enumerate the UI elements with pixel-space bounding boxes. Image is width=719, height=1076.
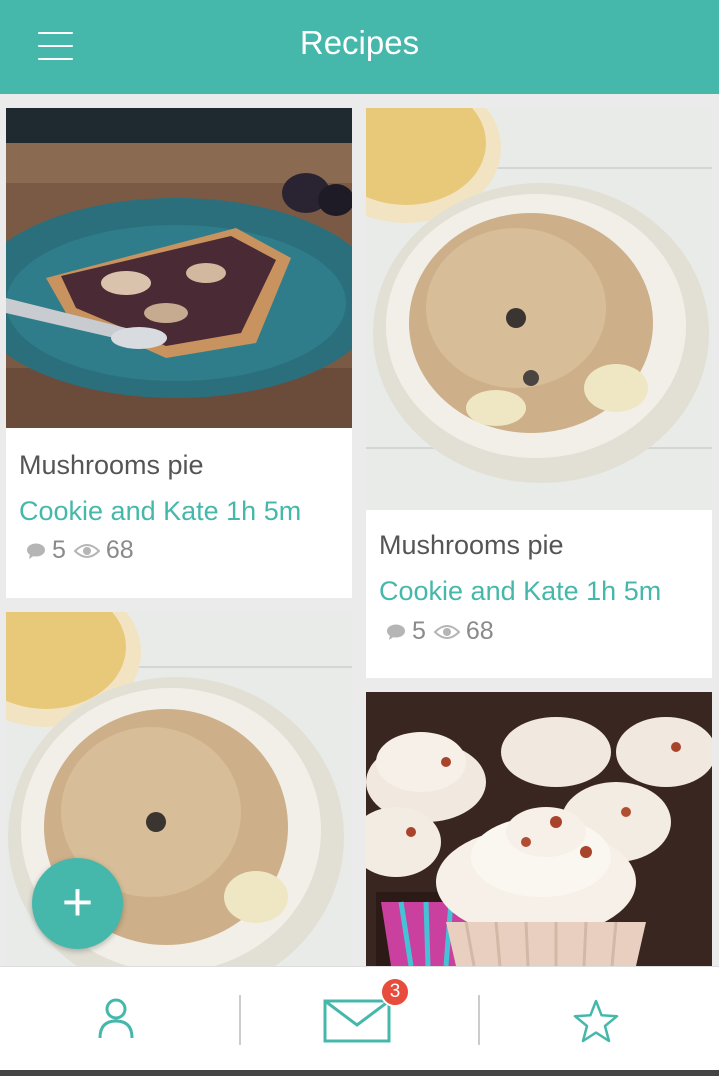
app-header: Recipes <box>0 0 719 94</box>
recipe-image-pie[interactable] <box>6 108 352 428</box>
eye-icon <box>73 543 100 558</box>
tab-messages[interactable] <box>240 967 479 1071</box>
recipe-duration: 1h 5m <box>226 496 302 526</box>
page-title: Recipes <box>299 24 420 61</box>
recipe-image-granola[interactable] <box>366 108 712 510</box>
add-recipe-button[interactable]: + <box>32 858 123 949</box>
tab-favorites[interactable] <box>480 967 719 1071</box>
recipe-stats: 5 68 <box>386 617 502 646</box>
recipe-title: Mushrooms pie <box>379 530 564 560</box>
star-icon <box>573 999 619 1043</box>
tab-profile[interactable] <box>0 967 239 1071</box>
home-indicator-bar <box>0 1070 719 1076</box>
comment-count: 5 <box>52 536 66 564</box>
recipe-source-duration[interactable]: Cookie and Kate 1h 5m <box>19 496 301 527</box>
recipe-title: Mushrooms pie <box>19 450 204 480</box>
recipe-card[interactable]: Mushrooms pie Cookie and Kate 1h 5m 5 68 <box>6 108 352 598</box>
recipe-source[interactable]: Cookie and Kate <box>19 496 219 526</box>
recipe-stats: 5 68 <box>26 536 142 565</box>
mail-icon <box>323 999 391 1043</box>
comment-icon <box>387 624 405 640</box>
recipe-image-cupcakes[interactable] <box>366 692 712 966</box>
plus-icon: + <box>61 872 94 932</box>
comment-count: 5 <box>412 617 426 645</box>
comment-icon <box>27 543 45 559</box>
recipe-duration: 1h 5m <box>586 576 662 606</box>
view-count: 68 <box>465 617 494 645</box>
messages-badge: 3 <box>380 977 410 1007</box>
eye-icon <box>433 624 460 639</box>
view-count: 68 <box>105 536 134 564</box>
recipe-card[interactable] <box>366 692 712 966</box>
bottom-nav <box>0 966 719 1070</box>
recipe-source[interactable]: Cookie and Kate <box>379 576 579 606</box>
recipe-card[interactable]: Mushrooms pie Cookie and Kate 1h 5m 5 68 <box>366 108 712 678</box>
recipe-source-duration[interactable]: Cookie and Kate 1h 5m <box>379 576 661 607</box>
user-icon <box>98 998 134 1039</box>
